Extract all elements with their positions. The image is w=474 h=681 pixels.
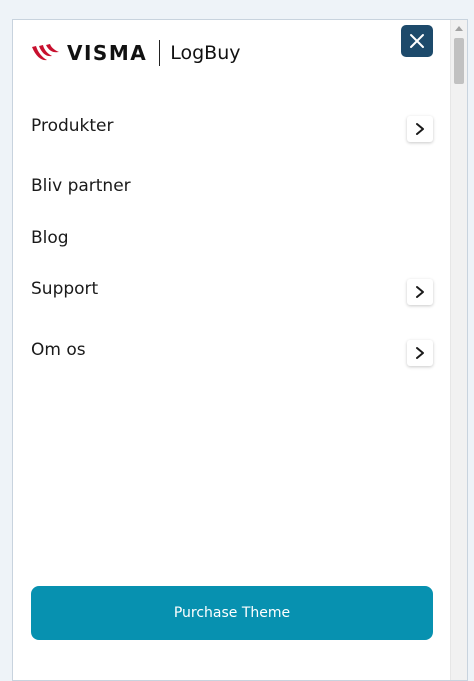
nav-item-blog[interactable]: Blog [31, 224, 433, 252]
scrollbar[interactable] [450, 20, 467, 680]
nav-item-label: Support [31, 279, 99, 299]
logo-divider [159, 40, 161, 66]
visma-swoosh-icon [32, 44, 59, 61]
menu-header: VISMA LogBuy [31, 40, 240, 66]
nav-item-label: Bliv partner [31, 176, 131, 196]
nav-item-label: Om os [31, 340, 86, 360]
purchase-theme-button[interactable]: Purchase Theme [31, 586, 433, 640]
nav-item-produkter[interactable]: Produkter [31, 112, 433, 142]
nav-item-label: Produkter [31, 116, 114, 136]
expand-submenu-button[interactable] [407, 340, 433, 366]
visma-logo[interactable]: VISMA [31, 41, 147, 65]
scroll-up-arrow-icon[interactable] [455, 26, 463, 31]
nav-item-support[interactable]: Support [31, 275, 433, 305]
chevron-right-icon [416, 347, 424, 359]
close-icon [410, 34, 424, 48]
close-menu-button[interactable] [401, 25, 433, 57]
mobile-menu-panel: VISMA LogBuy Produkter Bliv partner Blog… [12, 19, 468, 681]
nav-item-om-os[interactable]: Om os [31, 336, 433, 366]
nav-item-label: Blog [31, 228, 69, 248]
scrollbar-thumb[interactable] [454, 38, 464, 84]
chevron-right-icon [416, 123, 424, 135]
product-name: LogBuy [170, 42, 241, 64]
nav-item-bliv-partner[interactable]: Bliv partner [31, 172, 433, 200]
expand-submenu-button[interactable] [407, 279, 433, 305]
expand-submenu-button[interactable] [407, 116, 433, 142]
chevron-right-icon [416, 286, 424, 298]
visma-logo-text: VISMA [67, 41, 148, 65]
